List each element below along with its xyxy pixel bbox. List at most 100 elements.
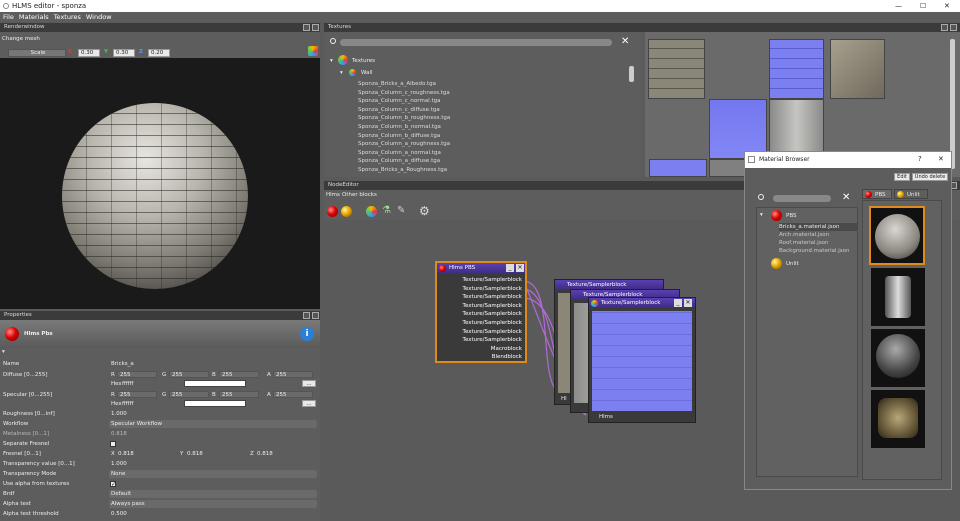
- specular-g-input[interactable]: 255: [169, 391, 209, 398]
- diffuse-a-input[interactable]: 255: [273, 371, 313, 378]
- texture-thumbnail[interactable]: [769, 99, 824, 159]
- dialog-close-button[interactable]: ✕: [938, 155, 944, 163]
- list-item[interactable]: Sponza_Column_b_roughness.tga: [358, 115, 618, 124]
- list-item[interactable]: Sponza_Column_a_normal.tga: [358, 150, 618, 159]
- texture-thumbnail[interactable]: [649, 159, 707, 177]
- texture-search-input[interactable]: [340, 39, 612, 46]
- collapse-icon[interactable]: ▾: [2, 349, 5, 355]
- change-mesh-label[interactable]: Change mesh: [2, 36, 40, 42]
- specular-hex-value[interactable]: ffffff: [122, 401, 133, 407]
- list-item[interactable]: Sponza_Column_b_diffuse.tga: [358, 133, 618, 142]
- list-item[interactable]: Arch.material.json: [779, 232, 829, 238]
- roughness-value[interactable]: 1.000: [111, 411, 127, 417]
- close-node-icon[interactable]: ✕: [516, 264, 524, 272]
- edit-button[interactable]: Edit: [894, 173, 910, 181]
- transparency-mode-dropdown[interactable]: None: [109, 470, 317, 478]
- material-preview[interactable]: [869, 206, 925, 265]
- list-item[interactable]: Sponza_Column_a_diffuse.tga: [358, 158, 618, 167]
- unlit-group-label[interactable]: Unlit: [786, 261, 799, 267]
- clear-search-icon[interactable]: ✕: [621, 36, 629, 47]
- hlms-port[interactable]: Hl: [561, 396, 567, 402]
- list-item[interactable]: Bricks_a.material.json: [779, 223, 857, 231]
- tab-other-blocks[interactable]: Other blocks: [342, 192, 377, 198]
- wall-group-label[interactable]: Wall: [361, 70, 373, 76]
- node-port[interactable]: Texture/Samplerblock: [437, 320, 522, 329]
- node-port[interactable]: Texture/Samplerblock: [437, 303, 522, 312]
- diffuse-r-input[interactable]: 255: [117, 371, 157, 378]
- diffuse-color-swatch[interactable]: [184, 380, 246, 387]
- list-item[interactable]: Roof.material.json: [779, 240, 829, 246]
- diffuse-g-input[interactable]: 255: [169, 371, 209, 378]
- scale-y-input[interactable]: 0.30: [113, 49, 135, 57]
- hlms-port[interactable]: Hlms: [599, 414, 613, 420]
- expand-icon[interactable]: ▾: [340, 70, 343, 76]
- fresnel-x-value[interactable]: 0.818: [118, 451, 134, 457]
- sampler-node-icon[interactable]: ⚗: [382, 205, 391, 216]
- texture-thumbnail[interactable]: [830, 39, 885, 99]
- material-search-input[interactable]: [773, 195, 831, 202]
- close-button[interactable]: ✕: [944, 2, 950, 10]
- minimize-node-icon[interactable]: _: [506, 264, 514, 272]
- clear-search-icon[interactable]: ✕: [842, 192, 850, 203]
- render-viewport[interactable]: [0, 58, 320, 309]
- property-name-value[interactable]: Bricks_a: [111, 361, 134, 367]
- specular-b-input[interactable]: 255: [219, 391, 259, 398]
- help-button[interactable]: ?: [918, 155, 922, 163]
- list-item[interactable]: Sponza_Column_c_roughness.tga: [358, 90, 618, 99]
- unlit-node-icon[interactable]: [341, 206, 352, 217]
- scale-dropdown[interactable]: Scale: [8, 49, 66, 57]
- specular-a-input[interactable]: 255: [273, 391, 313, 398]
- node-port[interactable]: Texture/Samplerblock: [437, 294, 522, 303]
- dock-close-icon[interactable]: [312, 24, 319, 31]
- maximize-button[interactable]: ☐: [920, 2, 926, 10]
- undo-delete-button[interactable]: Undo delete: [912, 173, 948, 181]
- alpha-threshold-value[interactable]: 0.500: [111, 511, 127, 517]
- menu-materials[interactable]: Materials: [19, 13, 49, 21]
- fresnel-z-value[interactable]: 0.818: [257, 451, 273, 457]
- close-node-icon[interactable]: ✕: [684, 299, 692, 307]
- alpha-test-dropdown[interactable]: Always pass: [109, 500, 317, 508]
- float-icon[interactable]: [941, 24, 948, 31]
- pbs-node-icon[interactable]: [327, 206, 338, 217]
- dock-close-icon[interactable]: [950, 24, 957, 31]
- node-port[interactable]: Texture/Samplerblock: [437, 337, 522, 346]
- list-item[interactable]: Sponza_Column_b_normal.tga: [358, 124, 618, 133]
- menu-file[interactable]: File: [3, 13, 14, 21]
- float-icon[interactable]: [303, 24, 310, 31]
- float-icon[interactable]: [303, 312, 310, 319]
- material-preview[interactable]: [871, 329, 925, 387]
- node-port[interactable]: Texture/Samplerblock: [437, 311, 522, 320]
- specular-picker-button[interactable]: ...: [302, 400, 316, 407]
- tab-pbs[interactable]: PBS: [862, 189, 892, 199]
- list-item[interactable]: Sponza_Column_c_diffuse.tga: [358, 107, 618, 116]
- list-item[interactable]: Sponza_Bricks_a_Albedo.tga: [358, 81, 618, 90]
- separate-fresnel-checkbox[interactable]: [110, 441, 116, 447]
- diffuse-b-input[interactable]: 255: [219, 371, 259, 378]
- dock-close-icon[interactable]: [312, 312, 319, 319]
- texture-thumbnail[interactable]: [648, 39, 705, 99]
- pbs-group-label[interactable]: PBS: [786, 213, 796, 219]
- list-item[interactable]: Background.material.json: [779, 248, 850, 254]
- scale-x-input[interactable]: 0.30: [78, 49, 100, 57]
- diffuse-hex-value[interactable]: ffffff: [122, 381, 133, 387]
- hlms-pbs-node[interactable]: Hlms PBS _ ✕ Texture/Samplerblock Textur…: [435, 261, 527, 363]
- minimize-node-icon[interactable]: _: [674, 299, 682, 307]
- transparency-value[interactable]: 1.000: [111, 461, 127, 467]
- node-port[interactable]: Texture/Samplerblock: [437, 329, 522, 338]
- tab-hlms[interactable]: Hlms: [326, 192, 340, 198]
- texture-thumbnail[interactable]: [769, 39, 824, 99]
- metalness-value[interactable]: 0.818: [111, 431, 127, 437]
- minimize-button[interactable]: —: [895, 2, 902, 10]
- specular-color-swatch[interactable]: [184, 400, 246, 407]
- textures-root-label[interactable]: Textures: [352, 58, 375, 64]
- brdf-dropdown[interactable]: Default: [109, 490, 317, 498]
- node-port[interactable]: Macroblock: [437, 346, 522, 355]
- alpha-textures-checkbox[interactable]: ✓: [110, 481, 116, 488]
- material-preview[interactable]: [871, 268, 925, 326]
- scale-z-input[interactable]: 0.20: [148, 49, 170, 57]
- material-preview[interactable]: [871, 390, 925, 448]
- macro-node-icon[interactable]: ✎: [397, 205, 405, 216]
- specular-r-input[interactable]: 255: [117, 391, 157, 398]
- diffuse-picker-button[interactable]: ...: [302, 380, 316, 387]
- texture-node[interactable]: Texture/Samplerblock _ ✕ Hlms: [588, 297, 696, 423]
